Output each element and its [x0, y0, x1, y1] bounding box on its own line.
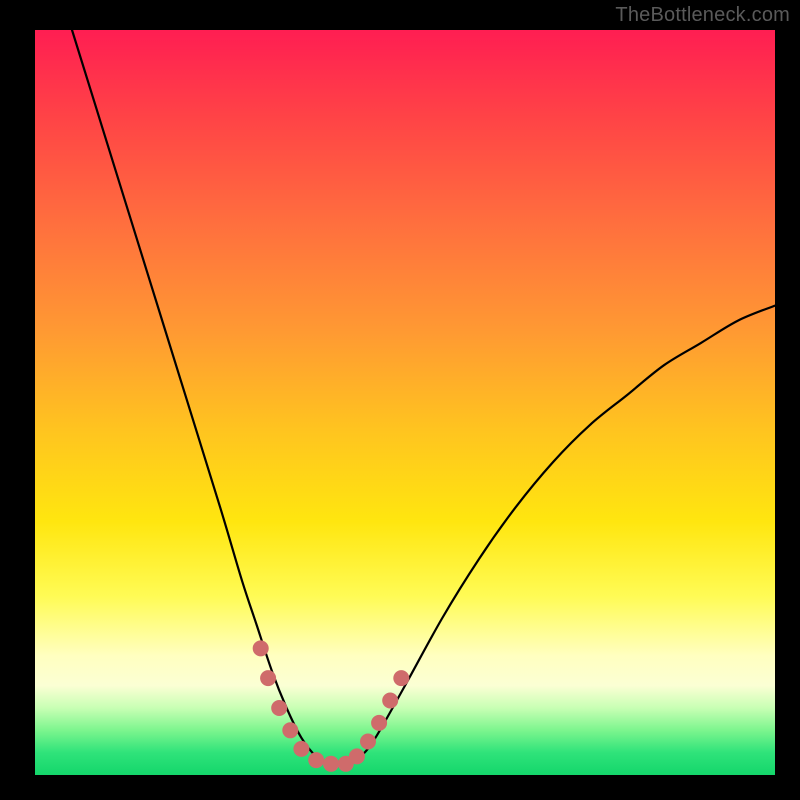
- chart-frame: TheBottleneck.com: [0, 0, 800, 800]
- curve-marker: [260, 670, 276, 686]
- curve-marker: [382, 693, 398, 709]
- bottleneck-curve-svg: [35, 30, 775, 775]
- curve-marker: [282, 722, 298, 738]
- curve-marker: [393, 670, 409, 686]
- bottleneck-curve: [72, 30, 775, 765]
- watermark-text: TheBottleneck.com: [615, 4, 790, 27]
- curve-marker: [253, 640, 269, 656]
- curve-marker: [308, 752, 324, 768]
- curve-marker: [271, 700, 287, 716]
- curve-marker: [360, 734, 376, 750]
- curve-marker: [293, 741, 309, 757]
- curve-marker: [349, 748, 365, 764]
- curve-marker: [323, 756, 339, 772]
- plot-area: [35, 30, 775, 775]
- curve-marker: [371, 715, 387, 731]
- curve-markers: [253, 640, 410, 771]
